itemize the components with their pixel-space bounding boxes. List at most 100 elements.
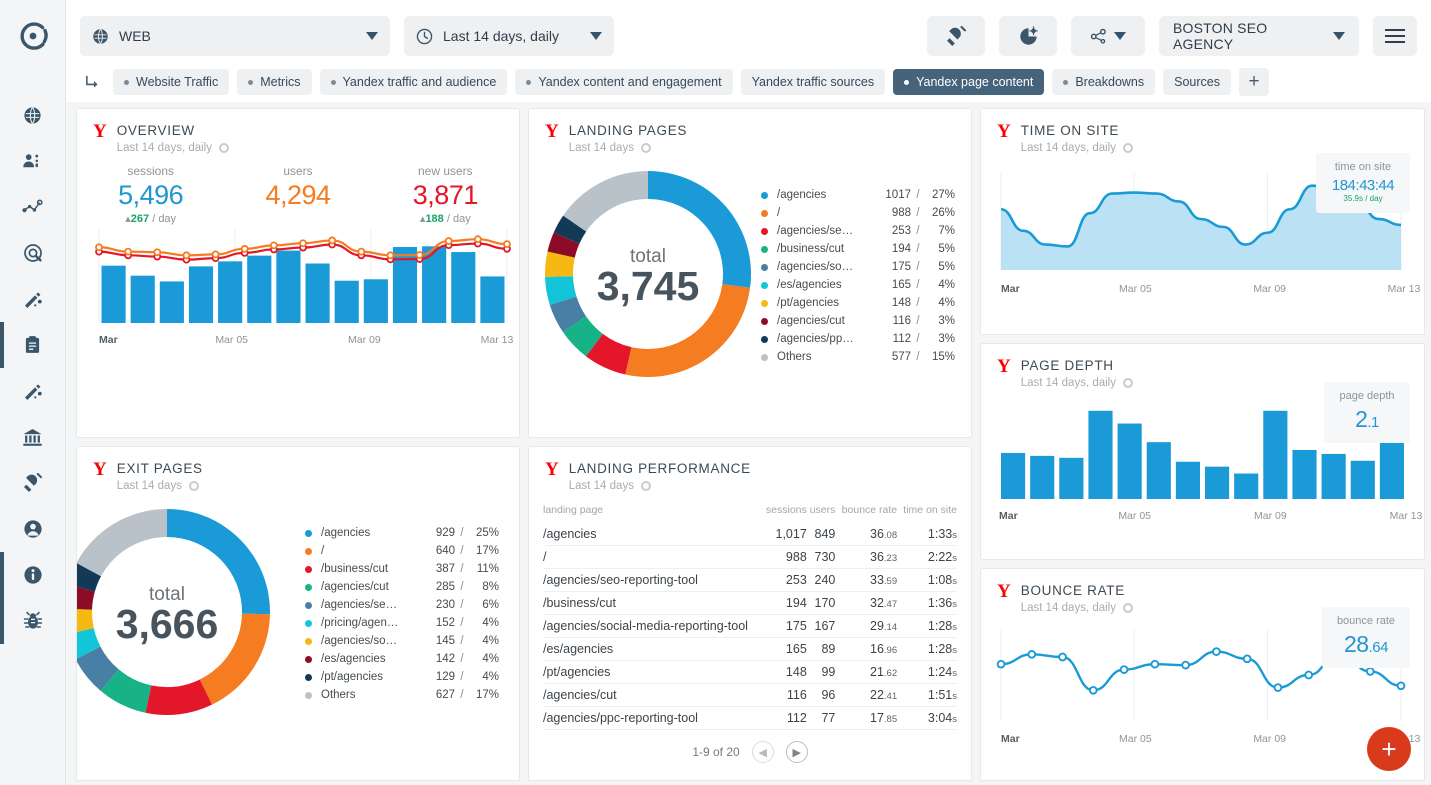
legend-item[interactable]: /pt/agencies 148 / 4%	[761, 294, 955, 312]
landing-performance-table: landing page sessions users bounce rate …	[543, 504, 957, 730]
integrations-button[interactable]	[927, 16, 985, 56]
legend-value: 929	[435, 527, 455, 539]
svg-text:Mar 09: Mar 09	[1254, 510, 1287, 522]
svg-text:3,666: 3,666	[116, 601, 219, 647]
table-row[interactable]: /agencies 1,017 849 36.08 1:33s	[543, 523, 957, 546]
exit-pages-donut[interactable]: total3,666	[77, 498, 303, 730]
time-on-site-badge: time on site 184:43:44 35.9s / day	[1316, 153, 1410, 213]
sidebar-item-pen-edit[interactable]	[0, 368, 65, 414]
legend-color-dot	[761, 245, 768, 253]
bounce-int: 21	[870, 665, 884, 679]
tab-status-dot	[330, 79, 336, 85]
legend-color-dot	[305, 601, 312, 609]
sidebar-item-info[interactable]	[0, 552, 65, 598]
sidebar-item-clipboard[interactable]	[0, 322, 65, 368]
pagination-next-button[interactable]: ▶	[785, 741, 808, 763]
page-depth-badge: page depth 2.1	[1324, 382, 1410, 443]
site-selector[interactable]: WEB	[80, 16, 390, 56]
legend-item[interactable]: / 640 / 17%	[305, 542, 499, 560]
add-tab-button[interactable]: +	[1239, 68, 1269, 96]
cell-landing-page: /pt/agencies	[543, 660, 762, 684]
menu-button[interactable]	[1373, 16, 1417, 56]
report-theme-button[interactable]	[999, 16, 1057, 56]
table-row[interactable]: /agencies/ppc-reporting-tool 112 77 17.85 3:…	[543, 706, 957, 730]
overview-chart[interactable]: Mar Mar 05 Mar 09 Mar 13	[77, 225, 519, 360]
yandex-logo-icon: Y	[997, 581, 1011, 602]
table-row[interactable]: /988 730 36.23 2:22s	[543, 545, 957, 569]
legend-item[interactable]: /agencies/cut 285 / 8%	[305, 578, 499, 596]
tab-sources[interactable]: Sources	[1163, 69, 1231, 95]
page-depth-title: PAGE DEPTH	[1020, 358, 1114, 373]
sidebar-item-audience[interactable]	[0, 138, 65, 184]
legend-separator: /	[916, 225, 920, 237]
legend-item[interactable]: /agencies 929 / 25%	[305, 524, 499, 542]
app-logo[interactable]	[0, 0, 65, 72]
tab-list: Website Traffic Metrics Yandex traffic and…	[113, 69, 1231, 95]
tab-website-traffic[interactable]: Website Traffic	[113, 69, 230, 95]
svg-text:Mar 13: Mar 13	[1390, 510, 1423, 522]
legend-item[interactable]: /agencies/se… 230 / 6%	[305, 596, 499, 614]
legend-item[interactable]: / 988 / 26%	[761, 204, 955, 222]
agency-selector[interactable]: BOSTON SEO AGENCY	[1159, 16, 1359, 56]
bounce-dec: .96	[883, 645, 898, 656]
tab-metrics[interactable]: Metrics	[237, 69, 312, 95]
legend-label: /	[321, 545, 325, 557]
tab-yandex-page-content[interactable]: Yandex page content	[893, 69, 1045, 95]
kpi-users: users 4,294	[224, 164, 371, 225]
legend-item[interactable]: /agencies/cut 116 / 3%	[761, 312, 955, 330]
legend-item[interactable]: Others 627 / 17%	[305, 686, 499, 704]
tab-yandex-traffic-sources[interactable]: Yandex traffic sources	[740, 69, 886, 95]
date-range-selector[interactable]: Last 14 days, daily	[404, 16, 614, 56]
legend-item[interactable]: /pricing/agen… 152 / 4%	[305, 614, 499, 632]
legend-item[interactable]: Others 577 / 15%	[761, 348, 955, 366]
table-row[interactable]: /es/agencies 165 89 16.96 1:28s	[543, 637, 957, 661]
sidebar-item-account[interactable]	[0, 506, 65, 552]
sidebar-item-pen-sparkle[interactable]	[0, 276, 65, 322]
clock-icon	[416, 28, 433, 44]
chevron-down-icon	[1333, 32, 1345, 40]
legend-item[interactable]: /agencies/pp… 112 / 3%	[761, 330, 955, 348]
tab-breakdowns[interactable]: Breakdowns	[1052, 69, 1156, 95]
sidebar-item-target-refresh[interactable]	[0, 230, 65, 276]
legend-percent: 3%	[938, 333, 955, 345]
legend-color-dot	[305, 637, 312, 645]
legend-item[interactable]: /agencies/so… 145 / 4%	[305, 632, 499, 650]
share-button[interactable]	[1071, 16, 1145, 56]
legend-item[interactable]: /agencies/se… 253 / 7%	[761, 222, 955, 240]
sidebar-item-bank[interactable]	[0, 414, 65, 460]
landing-pages-donut[interactable]: total3,745	[535, 160, 761, 392]
time-on-site-subtitle: Last 14 days, daily	[1021, 142, 1133, 154]
page-depth-subtitle-text: Last 14 days, daily	[1020, 377, 1116, 389]
table-row[interactable]: /agencies/cut 116 96 22.41 1:51s	[543, 683, 957, 707]
cell-sessions: 112	[761, 706, 807, 730]
table-row[interactable]: /business/cut 194 170 32.47 1:36s	[543, 591, 957, 615]
svg-text:Mar 13: Mar 13	[481, 334, 514, 346]
sidebar-item-globe[interactable]	[0, 92, 65, 138]
bounce-int: 29	[870, 619, 884, 633]
legend-item[interactable]: /pt/agencies 129 / 4%	[305, 668, 499, 686]
legend-item[interactable]: /agencies 1017 / 27%	[761, 186, 955, 204]
legend-item[interactable]: /business/cut 194 / 5%	[761, 240, 955, 258]
sidebar-item-network[interactable]	[0, 184, 65, 230]
sidebar-item-plug[interactable]	[0, 460, 65, 506]
legend-item[interactable]: /es/agencies 165 / 4%	[761, 276, 955, 294]
legend-item[interactable]: /business/cut 387 / 11%	[305, 560, 499, 578]
table-row[interactable]: /agencies/seo-reporting-tool 253 240 33.59 1…	[543, 568, 957, 592]
legend-color-dot	[305, 583, 312, 591]
svg-text:Mar 09: Mar 09	[348, 334, 381, 346]
legend-item[interactable]: /es/agencies 142 / 4%	[305, 650, 499, 668]
table-row[interactable]: /pt/agencies 148 99 21.62 1:24s	[543, 660, 957, 684]
widget-board: Y OVERVIEW Last 14 days, daily sessions …	[66, 102, 1431, 785]
tab-yandex-content-and-engagement[interactable]: Yandex content and engagement	[515, 69, 733, 95]
tab-yandex-traffic-and-audience[interactable]: Yandex traffic and audience	[319, 69, 508, 95]
add-widget-button[interactable]: +	[1367, 727, 1411, 771]
exit-pages-subtitle: Last 14 days	[117, 480, 203, 492]
pagination-prev-button[interactable]: ◀	[751, 741, 774, 763]
table-row[interactable]: /agencies/social-media-reporting-tool 175…	[543, 614, 957, 638]
tab-status-dot	[904, 79, 910, 85]
cell-users: 849	[806, 523, 836, 546]
cell-users: 99	[806, 660, 836, 684]
legend-item[interactable]: /agencies/so… 175 / 5%	[761, 258, 955, 276]
cell-sessions: 253	[761, 568, 807, 592]
sidebar-item-bug[interactable]	[0, 598, 65, 644]
